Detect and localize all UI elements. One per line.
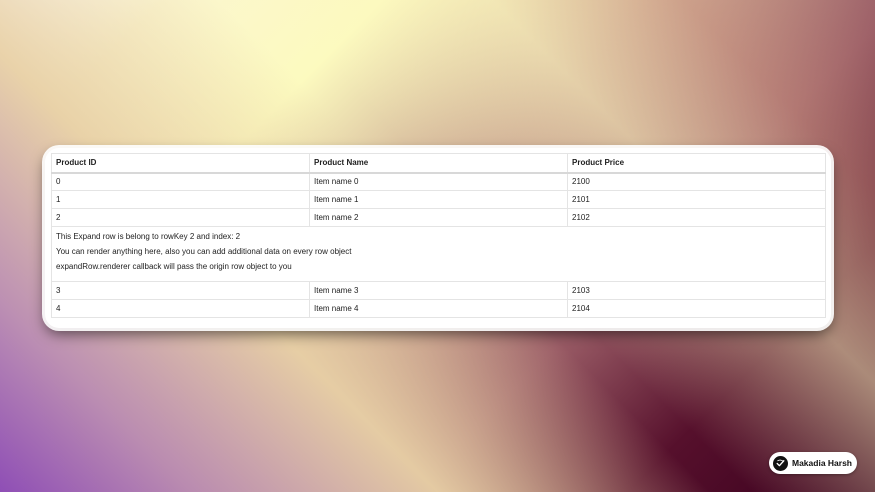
cell-product-id: 0 [51, 172, 310, 191]
cell-product-price: 2101 [567, 190, 826, 209]
table-row[interactable]: 0 Item name 0 2100 [51, 172, 826, 191]
cell-product-name: Item name 1 [309, 190, 568, 209]
table-row-expanded[interactable]: 2 Item name 2 2102 [51, 208, 826, 227]
cell-product-name: Item name 0 [309, 172, 568, 191]
table-row[interactable]: 4 Item name 4 2104 [51, 299, 826, 318]
expand-row-content: This Expand row is belong to rowKey 2 an… [51, 226, 826, 282]
cell-product-id: 4 [51, 299, 310, 318]
cell-product-price: 2100 [567, 172, 826, 191]
table-row[interactable]: 3 Item name 3 2103 [51, 281, 826, 300]
author-name: Makadia Harsh [792, 458, 852, 468]
cell-product-id: 1 [51, 190, 310, 209]
expand-text-line-3: expandRow.renderer callback will pass th… [56, 262, 292, 271]
expand-row: This Expand row is belong to rowKey 2 an… [51, 226, 826, 282]
table-header-row: Product ID Product Name Product Price [51, 153, 826, 174]
cell-product-name: Item name 3 [309, 281, 568, 300]
header-product-price: Product Price [567, 153, 826, 174]
cell-product-price: 2103 [567, 281, 826, 300]
cell-product-price: 2102 [567, 208, 826, 227]
author-logo-icon [773, 455, 788, 471]
expand-text-line-2: You can render anything here, also you c… [56, 247, 352, 256]
cell-product-id: 3 [51, 281, 310, 300]
table-card: Product ID Product Name Product Price 0 … [45, 148, 831, 328]
table-row[interactable]: 1 Item name 1 2101 [51, 190, 826, 209]
author-badge[interactable]: Makadia Harsh [769, 452, 857, 474]
header-product-id: Product ID [51, 153, 310, 174]
cell-product-price: 2104 [567, 299, 826, 318]
products-table: Product ID Product Name Product Price 0 … [51, 153, 826, 318]
cell-product-name: Item name 2 [309, 208, 568, 227]
cell-product-id: 2 [51, 208, 310, 227]
cell-product-name: Item name 4 [309, 299, 568, 318]
header-product-name: Product Name [309, 153, 568, 174]
expand-text-line-1: This Expand row is belong to rowKey 2 an… [56, 232, 241, 241]
